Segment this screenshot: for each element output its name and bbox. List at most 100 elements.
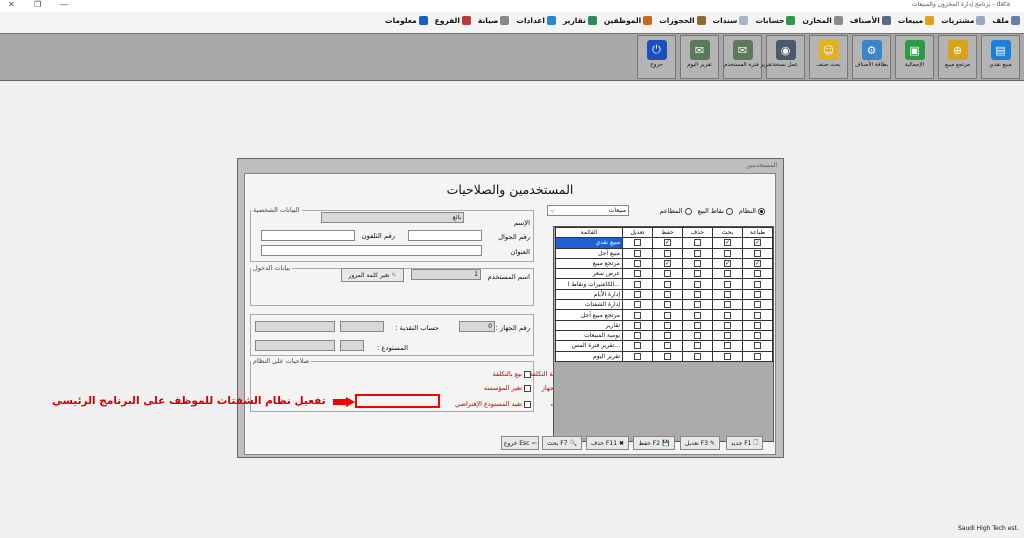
grid-checkbox[interactable] <box>634 301 641 309</box>
menu-item-13[interactable]: معلومات <box>385 16 428 25</box>
grid-checkbox[interactable] <box>634 352 641 360</box>
grid-checkbox[interactable] <box>634 280 641 288</box>
grid-row-name[interactable]: مرتجع مبيع آجل <box>555 309 623 321</box>
grid-checkbox[interactable] <box>664 249 671 257</box>
grid-checkbox[interactable] <box>754 280 761 288</box>
toolbar-button-7[interactable]: ✉ تقرير اليوم <box>680 35 719 79</box>
grid-checkbox[interactable] <box>694 290 701 298</box>
cash-account-name[interactable] <box>255 321 335 332</box>
table-row[interactable]: مبيع آجل <box>555 247 773 259</box>
table-row[interactable]: تقرير اليوم <box>555 350 773 362</box>
grid-checkbox[interactable] <box>754 290 761 298</box>
grid-checkbox[interactable] <box>724 311 731 319</box>
username-field[interactable]: 1 <box>411 269 481 280</box>
grid-row-name[interactable]: تقرير اليوم <box>555 350 623 362</box>
grid-checkbox[interactable] <box>664 301 671 309</box>
menu-item-9[interactable]: تقارير <box>563 16 597 25</box>
grid-checkbox[interactable] <box>754 352 761 360</box>
store-code[interactable] <box>340 340 364 351</box>
cash-account-code[interactable] <box>340 321 384 332</box>
button-5[interactable]: خروج Esc ⇦ <box>501 436 539 450</box>
grid-row-name[interactable]: عرض سعر <box>555 268 623 280</box>
menu-item-5[interactable]: حسابات <box>755 16 796 25</box>
grid-row-name[interactable]: الكاشيرات ونقاط ا... <box>555 278 623 290</box>
restaurants-radio[interactable] <box>684 207 692 215</box>
grid-checkbox[interactable] <box>754 342 761 350</box>
address-field[interactable] <box>261 245 482 256</box>
grid-checkbox[interactable]: ✓ <box>724 260 731 268</box>
toolbar-button-5[interactable]: ◉ عمل نسخة <box>766 35 805 79</box>
permission-row3-0[interactable]: تقيد المستودع الإفتراضي <box>455 400 531 408</box>
grid-checkbox[interactable] <box>694 301 701 309</box>
grid-checkbox[interactable] <box>664 311 671 319</box>
grid-checkbox[interactable] <box>634 270 641 278</box>
grid-checkbox[interactable] <box>724 280 731 288</box>
grid-checkbox[interactable] <box>694 249 701 257</box>
grid-checkbox[interactable] <box>724 321 731 329</box>
grid-checkbox[interactable] <box>694 321 701 329</box>
pos-radio[interactable] <box>725 207 733 215</box>
table-row[interactable]: مرتجع مبيع آجل <box>555 309 773 321</box>
grid-checkbox[interactable] <box>694 280 701 288</box>
grid-checkbox[interactable] <box>664 332 671 340</box>
restore-icon[interactable]: ❐ <box>34 0 41 9</box>
close-icon[interactable]: ✕ <box>8 0 15 9</box>
menu-item-4[interactable]: المخازن <box>802 16 843 25</box>
permission-row1-0[interactable]: بيع بالتكلفة <box>492 370 531 378</box>
table-row[interactable]: مرتجع مبيع ✓ ✓ ✓ <box>555 257 773 270</box>
grid-checkbox[interactable] <box>664 321 671 329</box>
grid-checkbox[interactable] <box>754 301 761 309</box>
grid-checkbox[interactable] <box>724 270 731 278</box>
grid-checkbox[interactable] <box>694 352 701 360</box>
grid-row-name[interactable]: تقارير <box>555 319 623 331</box>
grid-checkbox[interactable] <box>724 332 731 340</box>
grid-row-name[interactable]: إدارة الشفتات <box>555 299 623 311</box>
device-field[interactable]: 0 <box>459 321 495 332</box>
phone-field[interactable] <box>261 230 355 241</box>
toolbar-button-8[interactable]: ⏻ خروج <box>637 35 676 79</box>
toolbar-button-6[interactable]: ✉ تقرير فترة المستخدم <box>723 35 772 79</box>
grid-checkbox[interactable] <box>694 270 701 278</box>
table-row[interactable]: إدارة الشفتات <box>555 299 773 311</box>
store-name[interactable] <box>255 340 335 351</box>
grid-checkbox[interactable] <box>724 342 731 350</box>
grid-checkbox[interactable]: ✓ <box>724 239 731 247</box>
table-row[interactable]: تقرير فترة المس... <box>555 340 773 352</box>
grid-checkbox[interactable] <box>694 239 701 247</box>
permission-checkbox[interactable] <box>524 384 531 392</box>
name-field[interactable]: بائع <box>321 212 464 223</box>
grid-checkbox[interactable] <box>634 321 641 329</box>
grid-checkbox[interactable] <box>634 342 641 350</box>
button-1[interactable]: تعديل F3 ✎ <box>680 436 720 450</box>
table-row[interactable]: الكاشيرات ونقاط ا... <box>555 278 773 290</box>
table-row[interactable]: مبيع نقدي ✓ ✓ ✓ <box>555 237 773 249</box>
mobile-field[interactable] <box>408 230 482 241</box>
module-select[interactable]: مبيعات ⌵ <box>547 205 629 216</box>
minimize-icon[interactable]: — <box>60 0 68 9</box>
system-radio[interactable] <box>758 207 765 215</box>
grid-row-name[interactable]: مبيع نقدي <box>555 237 623 249</box>
grid-checkbox[interactable] <box>754 321 761 329</box>
grid-checkbox[interactable] <box>754 270 761 278</box>
grid-checkbox[interactable] <box>664 352 671 360</box>
grid-checkbox[interactable]: ✓ <box>664 260 671 268</box>
grid-row-name[interactable]: تقرير فترة المس... <box>555 340 623 352</box>
grid-checkbox[interactable] <box>724 301 731 309</box>
grid-checkbox[interactable] <box>634 249 641 257</box>
grid-checkbox[interactable] <box>664 290 671 298</box>
grid-checkbox[interactable]: ✓ <box>754 239 761 247</box>
table-row[interactable]: تقارير <box>555 319 773 331</box>
grid-checkbox[interactable] <box>634 311 641 319</box>
menu-item-6[interactable]: سندات <box>713 16 749 25</box>
menu-item-0[interactable]: ملف <box>992 16 1020 25</box>
grid-checkbox[interactable] <box>664 342 671 350</box>
grid-checkbox[interactable] <box>634 239 641 247</box>
menu-item-7[interactable]: الحجوزات <box>659 16 706 25</box>
menu-item-10[interactable]: اعدادات <box>516 16 556 25</box>
permission-checkbox[interactable] <box>524 400 531 408</box>
menu-item-11[interactable]: صيانة <box>478 16 510 25</box>
grid-row-name[interactable]: إدارة الأيام <box>555 288 623 301</box>
toolbar-button-2[interactable]: ▣ الإجمالية <box>895 35 934 79</box>
grid-checkbox[interactable]: ✓ <box>754 260 761 268</box>
button-4[interactable]: بحث F7 🔍 <box>542 436 582 450</box>
